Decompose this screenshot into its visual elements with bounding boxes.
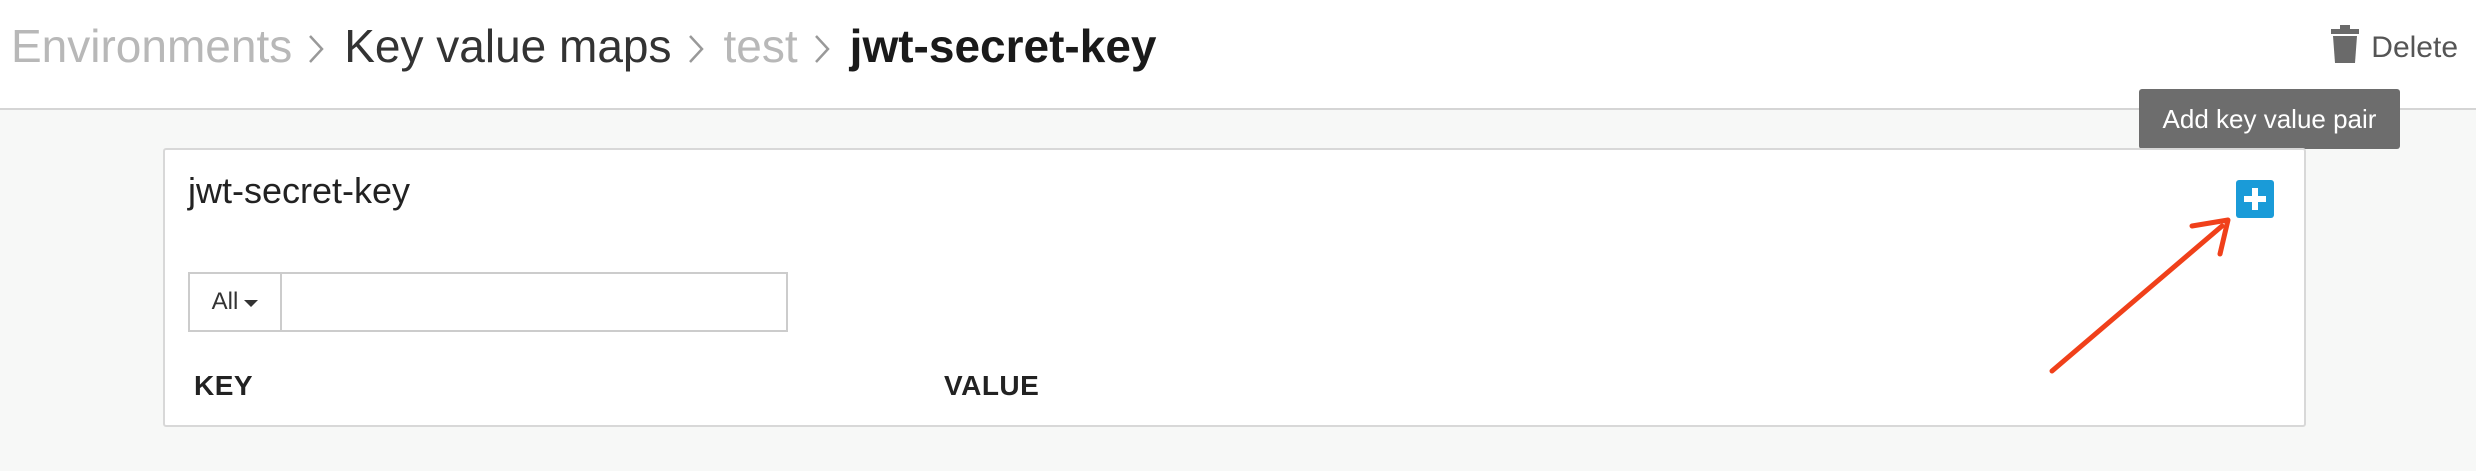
delete-button[interactable]: Delete: [2331, 24, 2458, 72]
caret-down-icon: [244, 300, 259, 307]
filter-input[interactable]: [282, 274, 786, 330]
breadcrumb-item-test[interactable]: test: [724, 19, 798, 73]
filter-scope-dropdown[interactable]: All: [190, 274, 282, 330]
add-key-value-tooltip: Add key value pair: [2139, 89, 2400, 149]
breadcrumb-item-environments[interactable]: Environments: [11, 19, 292, 73]
column-header-key: KEY: [194, 370, 254, 401]
chevron-right-icon: [798, 26, 850, 66]
breadcrumb: Environments Key value maps test jwt-sec…: [11, 16, 1157, 76]
card-title: jwt-secret-key: [188, 170, 411, 211]
trash-icon: [2331, 25, 2371, 71]
chevron-right-icon: [292, 26, 344, 66]
breadcrumb-item-key-value-maps[interactable]: Key value maps: [344, 19, 671, 73]
delete-label: Delete: [2371, 31, 2458, 64]
plus-icon: [2244, 188, 2266, 210]
breadcrumb-item-current: jwt-secret-key: [849, 20, 1157, 72]
filter-bar: All: [188, 272, 788, 332]
column-header-value: VALUE: [944, 370, 1040, 401]
add-key-value-button[interactable]: [2236, 180, 2274, 218]
filter-scope-value: All: [211, 288, 239, 315]
chevron-right-icon: [672, 26, 724, 66]
page-header: Environments Key value maps test jwt-sec…: [0, 0, 2476, 110]
kvm-card: jwt-secret-key All KEY VALUE: [163, 148, 2306, 427]
